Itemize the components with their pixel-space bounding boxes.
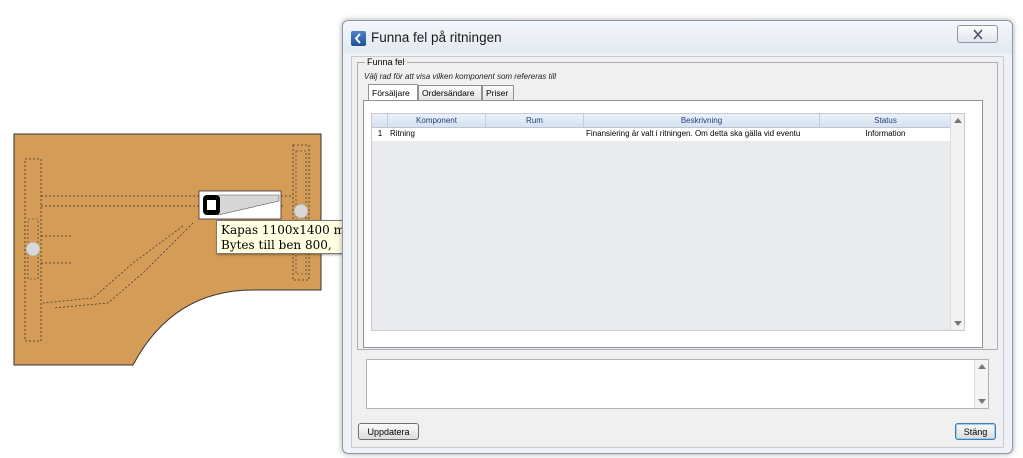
cell-status: Information [865, 129, 906, 138]
tab-priser[interactable]: Priser [482, 85, 514, 100]
dialog-titlebar[interactable]: Funna fel på ritningen [343, 21, 1012, 53]
grommet-right [293, 203, 309, 219]
scroll-up-icon[interactable] [954, 118, 962, 123]
detail-textarea[interactable] [366, 359, 989, 409]
cell-beskrivning: Finansiering är valt i ritningen. Om det… [586, 129, 801, 138]
table-scrollbar[interactable] [950, 114, 964, 330]
detail-scrollbar[interactable] [974, 360, 988, 408]
grommet-left [25, 241, 41, 257]
table-empty-area [372, 141, 951, 330]
errors-group: Funna fel Välj rad för att visa vilken k… [357, 57, 998, 350]
group-label: Funna fel [365, 57, 407, 67]
column-header-beskrivning[interactable]: Beskrivning [584, 114, 820, 127]
column-header-komponent[interactable]: Komponent [388, 114, 486, 127]
hint-text: Välj rad för att visa vilken komponent s… [364, 72, 557, 81]
app-icon [351, 31, 366, 46]
close-button[interactable]: Stäng [955, 423, 996, 440]
cell-rum [488, 128, 584, 140]
scroll-down-icon[interactable] [978, 399, 986, 404]
errors-table: Komponent Rum Beskrivning Status 1 Ritni… [371, 113, 965, 331]
errors-dialog: Funna fel på ritningen Funna fel Välj ra… [342, 20, 1013, 454]
scroll-up-icon[interactable] [978, 364, 986, 369]
window-close-button[interactable] [957, 25, 998, 43]
tab-ordersandare[interactable]: Ordersändare [418, 85, 482, 100]
scroll-down-icon[interactable] [954, 321, 962, 326]
table-header: Komponent Rum Beskrivning Status [372, 114, 951, 128]
close-icon [973, 29, 983, 40]
tab-forsaljare[interactable]: Försäljare [368, 84, 418, 100]
row-number-header [372, 114, 388, 127]
table-row[interactable]: 1 Ritning Finansiering är valt i ritning… [372, 128, 951, 140]
update-button[interactable]: Uppdatera [358, 423, 419, 440]
column-header-status[interactable]: Status [820, 114, 951, 127]
column-header-rum[interactable]: Rum [486, 114, 584, 127]
row-number: 1 [377, 129, 383, 138]
dialog-title: Funna fel på ritningen [371, 30, 502, 45]
dialog-body: Funna fel Välj rad för att visa vilken k… [351, 56, 1004, 448]
cell-komponent: Ritning [390, 129, 415, 138]
tab-panel: Komponent Rum Beskrivning Status 1 Ritni… [363, 100, 983, 348]
